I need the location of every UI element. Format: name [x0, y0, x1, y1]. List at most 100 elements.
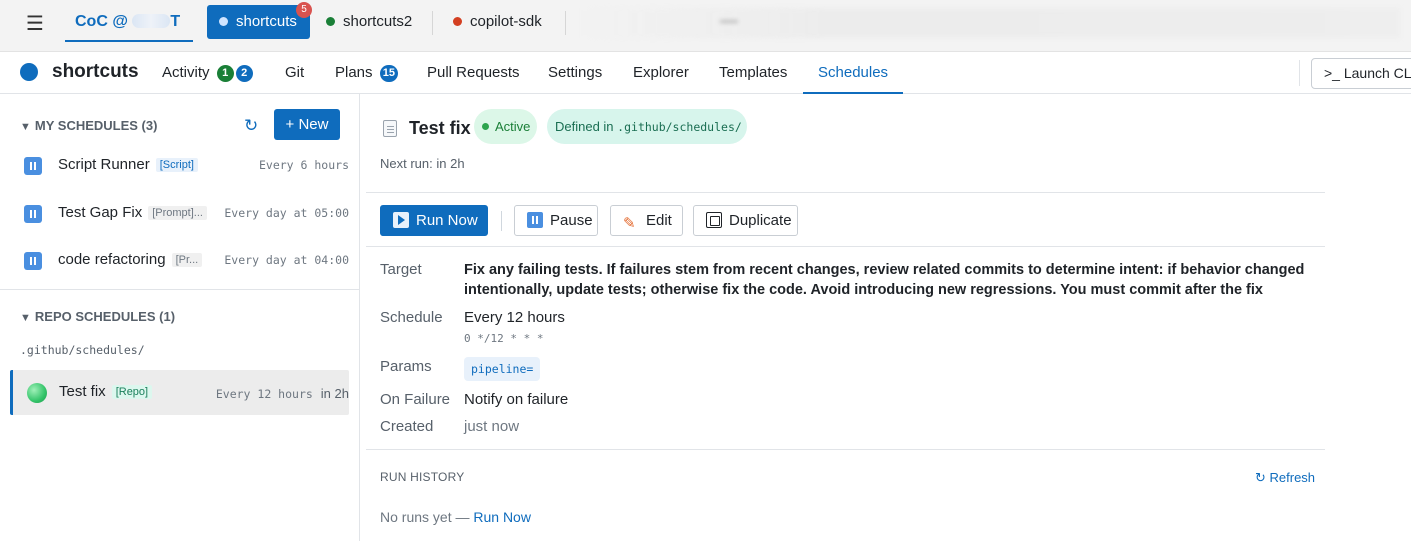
edit-button[interactable]: ✎ Edit	[610, 205, 683, 236]
my-schedules-label: MY SCHEDULES (3)	[34, 118, 158, 133]
activity-count-badge: 1	[216, 65, 234, 82]
repo-dot-icon	[326, 17, 335, 26]
plans-count-badge: 15	[379, 65, 398, 82]
repo-tab-shortcuts2[interactable]: shortcuts2	[314, 5, 424, 39]
duplicate-label: Duplicate	[729, 212, 792, 229]
pause-label: Pause	[550, 212, 593, 229]
created-value: just now	[464, 418, 520, 435]
tab-separator	[565, 11, 566, 35]
nav-schedules[interactable]: Schedules	[803, 52, 904, 94]
redacted-text	[132, 14, 171, 28]
caret-down-icon: ▼	[20, 121, 31, 133]
edit-label: Edit	[646, 212, 672, 229]
nav-plans[interactable]: Plans 15	[335, 52, 398, 94]
schedule-detail-pane: Test fix Active Defined in .github/sched…	[361, 94, 1411, 541]
repo-schedules-label: REPO SCHEDULES (1)	[34, 309, 176, 324]
redacted-area	[580, 8, 1400, 38]
nav-separator	[1299, 60, 1300, 86]
schedule-name: Test Gap Fix	[58, 204, 143, 221]
status-label: Active	[495, 119, 531, 134]
schedule-item[interactable]: code refactoring [Pr... Every day at 04:0…	[10, 239, 349, 283]
launch-cli-button[interactable]: >_ Launch CLI	[1311, 58, 1411, 89]
schedule-title: Test fix	[409, 118, 471, 138]
repo-schedule-item-selected[interactable]: Test fix [Repo] Every 12 hours in 2h	[10, 370, 349, 415]
notification-badge: 5	[296, 2, 312, 18]
target-value: Fix any failing tests. If failures stem …	[464, 262, 1305, 298]
schedule-name: Script Runner	[58, 156, 150, 173]
nav-pull-requests[interactable]: Pull Requests	[427, 52, 520, 94]
schedule-next-run: in 2h	[320, 386, 349, 401]
workspace-suffix: T	[170, 13, 181, 30]
schedule-frequency: Every day at 05:00	[220, 206, 349, 220]
cron-expression: 0 */12 * * *	[464, 332, 544, 345]
run-now-label: Run Now	[416, 212, 478, 229]
schedule-frequency: Every 6 hours	[254, 158, 349, 172]
repo-tab-copilot-sdk[interactable]: copilot-sdk	[441, 5, 554, 39]
created-label: Created	[380, 418, 434, 435]
caret-down-icon: ▼	[20, 312, 31, 324]
repo-schedules-path: .github/schedules/	[20, 343, 145, 357]
tab-separator	[432, 11, 433, 35]
refresh-history-link[interactable]: ↻ Refresh	[1255, 470, 1315, 486]
repo-tab-label: shortcuts	[236, 13, 297, 30]
run-now-link[interactable]: Run Now	[473, 509, 531, 525]
schedule-type-tag: [Repo]	[111, 385, 153, 399]
schedule-frequency: Every 12 hours	[215, 387, 313, 401]
workspace-tab[interactable]: CoC @ T	[65, 4, 193, 42]
next-run-text: Next run: in 2h	[380, 156, 465, 171]
my-schedules-header[interactable]: ▼ MY SCHEDULES (3)	[20, 118, 157, 133]
repo-tab-label: shortcuts2	[343, 13, 413, 30]
schedule-item[interactable]: Test Gap Fix [Prompt]... Every day at 05:…	[10, 192, 349, 236]
hamburger-menu-icon[interactable]: ☰	[24, 13, 46, 35]
repo-dot-icon	[219, 17, 228, 26]
repo-tab-label: copilot-sdk	[470, 13, 542, 30]
nav-activity[interactable]: Activity 12	[162, 52, 253, 94]
run-history-title: RUN HISTORY	[380, 470, 465, 484]
nav-git[interactable]: Git	[285, 52, 304, 94]
refresh-icon[interactable]: ↻	[244, 116, 258, 136]
schedule-frequency: Every day at 04:00	[220, 253, 349, 267]
paused-icon	[24, 157, 42, 175]
section-divider	[0, 289, 359, 290]
play-icon	[393, 212, 409, 228]
pencil-icon: ✎	[623, 215, 636, 232]
nav-explorer[interactable]: Explorer	[633, 52, 689, 94]
status-dot-icon	[482, 123, 489, 130]
repo-color-icon	[20, 63, 38, 81]
defined-in-path: .github/schedules/	[617, 120, 742, 134]
no-runs-text: No runs yet —	[380, 509, 470, 525]
on-failure-value: Notify on failure	[464, 391, 569, 408]
duplicate-icon	[706, 212, 722, 228]
schedule-type-tag: [Pr...	[171, 253, 203, 267]
nav-activity-label: Activity	[162, 64, 210, 81]
nav-settings[interactable]: Settings	[548, 52, 602, 94]
schedule-name-row: Script Runner [Script]	[58, 156, 198, 173]
new-schedule-button[interactable]: + New	[274, 109, 340, 140]
defined-in-badge: Defined in .github/schedules/	[547, 109, 747, 144]
schedule-item[interactable]: Script Runner [Script] Every 6 hours	[10, 144, 349, 188]
schedule-frequency-row: Every 12 hours in 2h	[211, 386, 349, 401]
divider	[366, 449, 1325, 450]
active-status-icon	[27, 383, 47, 403]
activity-count-badge: 2	[235, 65, 253, 82]
divider	[366, 192, 1325, 193]
repo-schedules-header[interactable]: ▼ REPO SCHEDULES (1)	[20, 309, 175, 324]
schedule-type-tag: [Prompt]...	[148, 206, 207, 220]
nav-plans-label: Plans	[335, 64, 373, 81]
pause-button[interactable]: Pause	[514, 205, 598, 236]
duplicate-button[interactable]: Duplicate	[693, 205, 798, 236]
document-icon	[383, 120, 397, 137]
paused-icon	[24, 252, 42, 270]
schedule-name: Test fix	[59, 383, 106, 400]
status-badge: Active	[474, 109, 537, 144]
repo-tab-shortcuts[interactable]: shortcuts 5	[207, 2, 312, 39]
on-failure-label: On Failure	[380, 391, 451, 408]
schedule-type-tag: [Script]	[155, 158, 198, 172]
run-now-button[interactable]: Run Now	[380, 205, 488, 236]
no-runs-message: No runs yet — Run Now	[380, 509, 531, 525]
pause-icon	[527, 212, 543, 228]
param-chip: pipeline=	[464, 357, 541, 381]
schedule-value: Every 12 hours	[464, 309, 565, 326]
nav-templates[interactable]: Templates	[719, 52, 787, 94]
workspace-label: CoC @	[75, 13, 128, 30]
